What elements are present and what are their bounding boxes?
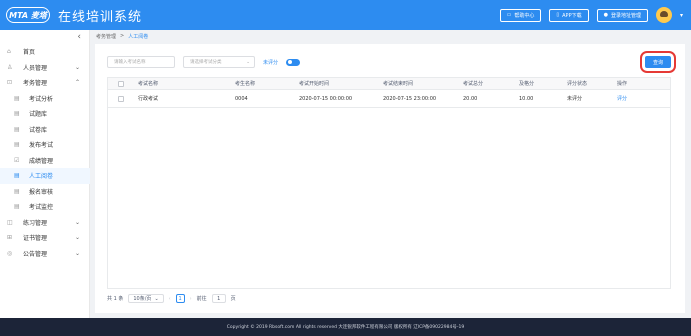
breadcrumb: 考务管理 > 人工阅卷 [96, 33, 148, 40]
sidebar-item-exam-monitor[interactable]: ▤ 考试监控 [0, 199, 90, 215]
chevron-down-icon: ⌄ [74, 218, 80, 226]
goto-page-input[interactable]: 1 [211, 294, 226, 303]
publish-icon: ▤ [14, 141, 20, 149]
chevron-down-icon: ⌄ [246, 59, 250, 65]
cell-grading-status: 未评分 [567, 96, 583, 102]
cell-candidate-name: 0004 [235, 95, 248, 102]
chart-icon: ▤ [14, 94, 20, 102]
sidebar-item-certificates[interactable]: ⊞ 证书管理 ⌄ [0, 230, 90, 246]
total-count: 共 1 条 [107, 296, 124, 302]
chevron-down-icon: ⌄ [74, 249, 80, 257]
caret-down-icon[interactable]: ▾ [680, 12, 683, 19]
sidebar-item-exam-analysis[interactable]: ▤ 考试分析 [0, 91, 90, 107]
top-header: MTA 麦塔 在线培训系统 ▭ 帮助中心 ▯ APP下载 ● 登录地址管理 ▾ [0, 0, 691, 30]
select-all-checkbox[interactable] [118, 80, 124, 87]
exam-name-input[interactable]: 请输入考试名称 [107, 56, 175, 68]
notice-icon: ◎ [7, 249, 13, 257]
practice-icon: ◫ [7, 218, 13, 226]
logo-badge: MTA 麦塔 [6, 7, 50, 23]
user-icon: ● [603, 12, 608, 18]
sidebar-item-question-bank[interactable]: ▤ 试题库 [0, 106, 90, 122]
footer: Copyright © 2019 Rbsoft.com All rights r… [0, 318, 691, 336]
cell-end-time: 2020-07-15 23:00:00 [383, 95, 437, 102]
goto-label: 前往 [196, 296, 207, 302]
grading-table: 考试名称 考生名称 考试开始时间 考试结束时间 考试总分 及格分 评分状态 操作… [107, 77, 671, 289]
sidebar-item-publish-exam[interactable]: ▤ 发布考试 [0, 137, 90, 153]
breadcrumb-root[interactable]: 考务管理 [96, 33, 116, 40]
monitor-icon: ▭ [506, 12, 512, 18]
table-header: 考试名称 考生名称 考试开始时间 考试结束时间 考试总分 及格分 评分状态 操作 [108, 78, 670, 90]
filter-row: 请输入考试名称 请选择考试分类 ⌄ 未评分 [107, 56, 301, 68]
bank-icon: ▤ [14, 110, 20, 118]
exam-icon: ⊡ [7, 79, 13, 87]
cell-exam-name: 行政考试 [138, 96, 159, 102]
sidebar-item-score-management[interactable]: ☑ 成绩管理 [0, 153, 90, 169]
help-center-label: 帮助中心 [514, 12, 535, 19]
app-download-button[interactable]: ▯ APP下载 [549, 8, 589, 22]
sidebar-item-announcements[interactable]: ◎ 公告管理 ⌄ [0, 246, 90, 262]
sidebar-item-home[interactable]: ⌂ 首页 [0, 44, 90, 60]
unscored-toggle[interactable] [286, 58, 301, 66]
chevron-down-icon: ⌄ [74, 63, 80, 71]
login-address-label: 登录地址管理 [610, 12, 641, 19]
score-icon: ☑ [14, 156, 20, 164]
review-icon: ▤ [14, 187, 20, 195]
phone-icon: ▯ [556, 12, 560, 18]
prev-page-icon[interactable]: ‹ [169, 296, 171, 302]
sidebar-item-registration-review[interactable]: ▤ 报名审核 [0, 184, 90, 200]
table-row: 行政考试 0004 2020-07-15 00:00:00 2020-07-15… [108, 90, 670, 108]
col-grading-status: 评分状态 [567, 81, 588, 87]
home-icon: ⌂ [7, 48, 11, 56]
avatar[interactable] [655, 7, 672, 23]
sidebar-item-exam-affairs[interactable]: ⊡ 考务管理 ⌃ [0, 75, 90, 91]
col-candidate-name: 考生名称 [235, 81, 256, 87]
collapse-sidebar-icon[interactable]: ‹ [77, 32, 81, 42]
chevron-up-icon: ⌃ [74, 79, 80, 87]
cell-start-time: 2020-07-15 00:00:00 [299, 95, 353, 102]
cert-icon: ⊞ [7, 234, 13, 242]
paper-icon: ▤ [14, 125, 20, 133]
row-checkbox[interactable] [118, 95, 124, 102]
page-suffix: 页 [230, 296, 236, 302]
breadcrumb-current: 人工阅卷 [128, 34, 149, 40]
pagination: 共 1 条 10条/页 ⌄ ‹ 1 › 前往 1 页 [107, 294, 236, 303]
col-actions: 操作 [617, 81, 628, 87]
col-total-score: 考试总分 [463, 81, 484, 87]
query-button[interactable]: 查询 [640, 51, 676, 73]
app-download-label: APP下载 [562, 12, 582, 19]
chevron-down-icon: ⌄ [154, 295, 159, 302]
sidebar: ‹ ⌂ 首页 ♙ 人员管理 ⌄ ⊡ 考务管理 ⌃ ▤ 考试分析 ▤ 试题库 ▤ 试卷库 ▤ 发布考… [0, 30, 90, 320]
col-start-time: 考试开始时间 [299, 81, 330, 87]
exam-type-select[interactable]: 请选择考试分类 ⌄ [183, 56, 255, 68]
users-icon: ♙ [7, 63, 13, 71]
sidebar-item-users[interactable]: ♙ 人员管理 ⌄ [0, 60, 90, 76]
help-center-button[interactable]: ▭ 帮助中心 [499, 8, 542, 22]
chevron-down-icon: ⌄ [74, 234, 80, 242]
col-exam-name: 考试名称 [138, 81, 159, 87]
breadcrumb-separator: > [120, 33, 125, 39]
page-number-current[interactable]: 1 [175, 294, 185, 303]
grade-link[interactable]: 评分 [613, 95, 663, 102]
app-title: 在线培训系统 [58, 9, 143, 25]
sidebar-menu: ⌂ 首页 ♙ 人员管理 ⌄ ⊡ 考务管理 ⌃ ▤ 考试分析 ▤ 试题库 ▤ 试卷库 ▤ 发布考试 … [0, 44, 90, 261]
cell-total-score: 20.00 [463, 95, 478, 102]
next-page-icon[interactable]: › [190, 296, 192, 302]
col-end-time: 考试结束时间 [383, 81, 414, 87]
main-card: 请输入考试名称 请选择考试分类 ⌄ 未评分 查询 考试名称 考生名称 考试开始时… [95, 44, 685, 313]
logo: MTA 麦塔 在线培训系统 [6, 6, 142, 25]
grade-icon: ▤ [14, 172, 20, 180]
page-size-value: 10条/页 [133, 296, 152, 302]
sidebar-item-practice[interactable]: ◫ 练习管理 ⌄ [0, 215, 90, 231]
monitor-icon: ▤ [14, 203, 20, 211]
login-address-button[interactable]: ● 登录地址管理 [596, 8, 648, 22]
sidebar-item-manual-grading[interactable]: ▤ 人工阅卷 [0, 168, 90, 184]
exam-type-placeholder: 请选择考试分类 [190, 60, 222, 65]
sidebar-item-paper-bank[interactable]: ▤ 试卷库 [0, 122, 90, 138]
page-size-select[interactable]: 10条/页 ⌄ [128, 294, 164, 303]
col-pass-score: 及格分 [519, 81, 535, 87]
unscored-toggle-label: 未评分 [263, 59, 279, 66]
cell-pass-score: 10.00 [519, 95, 534, 102]
